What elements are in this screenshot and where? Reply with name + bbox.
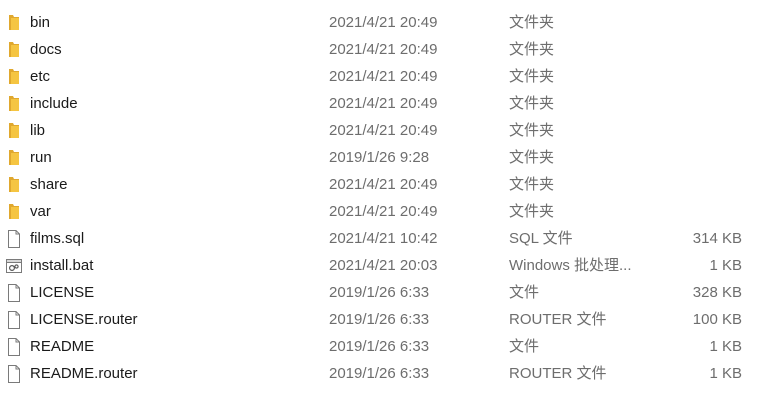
file-type: 文件夹 (509, 41, 555, 58)
file-date-modified: 2021/4/21 20:49 (329, 176, 438, 193)
file-icon (6, 229, 22, 248)
file-name: LICENSE.router (30, 311, 138, 328)
folder-icon (6, 94, 22, 113)
file-type: 文件夹 (509, 203, 555, 220)
file-row[interactable]: LICENSE.router 2019/1/26 6:33 ROUTER 文件 100… (0, 306, 782, 333)
file-row[interactable]: run 2019/1/26 9:28 文件夹 (0, 144, 782, 171)
file-date-modified: 2021/4/21 20:03 (329, 257, 438, 274)
file-row[interactable]: share 2021/4/21 20:49 文件夹 (0, 171, 782, 198)
file-date-modified: 2019/1/26 6:33 (329, 284, 430, 301)
file-type: 文件夹 (509, 176, 555, 193)
file-size: 1 KB (709, 257, 742, 274)
file-date-modified: 2019/1/26 6:33 (329, 338, 430, 355)
file-row[interactable]: etc 2021/4/21 20:49 文件夹 (0, 63, 782, 90)
file-type: 文件 (509, 284, 540, 301)
file-icon (6, 283, 22, 302)
file-name: README (30, 338, 95, 355)
folder-icon (6, 13, 22, 32)
file-date-modified: 2021/4/21 20:49 (329, 122, 438, 139)
file-row[interactable]: include 2021/4/21 20:49 文件夹 (0, 90, 782, 117)
batch-file-icon (6, 256, 22, 275)
file-row[interactable]: docs 2021/4/21 20:49 文件夹 (0, 36, 782, 63)
file-name: etc (30, 68, 51, 85)
file-name: docs (30, 41, 62, 58)
file-date-modified: 2021/4/21 20:49 (329, 203, 438, 220)
file-row[interactable]: README.router 2019/1/26 6:33 ROUTER 文件 1 KB (0, 360, 782, 387)
file-name: README.router (30, 365, 138, 382)
file-date-modified: 2019/1/26 6:33 (329, 311, 430, 328)
file-type: 文件 (509, 338, 540, 355)
file-icon (6, 337, 22, 356)
file-size: 100 KB (692, 311, 742, 328)
file-date-modified: 2021/4/21 10:42 (329, 230, 438, 247)
file-size: 1 KB (709, 338, 742, 355)
folder-icon (6, 67, 22, 86)
file-icon (6, 310, 22, 329)
file-name: lib (30, 122, 46, 139)
file-name: install.bat (30, 257, 94, 274)
file-icon (6, 364, 22, 383)
file-name: include (30, 95, 78, 112)
file-date-modified: 2021/4/21 20:49 (329, 41, 438, 58)
folder-icon (6, 202, 22, 221)
file-date-modified: 2021/4/21 20:49 (329, 14, 438, 31)
file-name: share (30, 176, 68, 193)
folder-icon (6, 175, 22, 194)
file-row[interactable]: films.sql 2021/4/21 10:42 SQL 文件 314 KB (0, 225, 782, 252)
file-size: 314 KB (692, 230, 742, 247)
file-row[interactable]: lib 2021/4/21 20:49 文件夹 (0, 117, 782, 144)
file-date-modified: 2019/1/26 6:33 (329, 365, 430, 382)
folder-icon (6, 148, 22, 167)
file-name: LICENSE (30, 284, 95, 301)
file-name: run (30, 149, 52, 166)
file-type: 文件夹 (509, 95, 555, 112)
file-row[interactable]: var 2021/4/21 20:49 文件夹 (0, 198, 782, 225)
file-row[interactable]: bin 2021/4/21 20:49 文件夹 (0, 9, 782, 36)
file-row[interactable]: install.bat 2021/4/21 20:03 Windows 批处理...… (0, 252, 782, 279)
file-size: 1 KB (709, 365, 742, 382)
file-name: bin (30, 14, 51, 31)
folder-icon (6, 121, 22, 140)
file-type: 文件夹 (509, 68, 555, 85)
file-row[interactable]: LICENSE 2019/1/26 6:33 文件 328 KB (0, 279, 782, 306)
file-date-modified: 2019/1/26 9:28 (329, 149, 430, 166)
file-type: Windows 批处理... (509, 257, 632, 274)
file-list: bin 2021/4/21 20:49 文件夹 docs 2021/4/21 20:49… (0, 0, 782, 417)
folder-icon (6, 40, 22, 59)
file-type: ROUTER 文件 (509, 311, 607, 328)
file-type: 文件夹 (509, 122, 555, 139)
file-size: 328 KB (692, 284, 742, 301)
file-type: ROUTER 文件 (509, 365, 607, 382)
file-type: 文件夹 (509, 14, 555, 31)
file-name: films.sql (30, 230, 85, 247)
file-type: SQL 文件 (509, 230, 573, 247)
file-rows: bin 2021/4/21 20:49 文件夹 docs 2021/4/21 20:49… (0, 9, 782, 387)
file-name: var (30, 203, 51, 220)
file-date-modified: 2021/4/21 20:49 (329, 95, 438, 112)
file-row[interactable]: README 2019/1/26 6:33 文件 1 KB (0, 333, 782, 360)
file-date-modified: 2021/4/21 20:49 (329, 68, 438, 85)
file-type: 文件夹 (509, 149, 555, 166)
